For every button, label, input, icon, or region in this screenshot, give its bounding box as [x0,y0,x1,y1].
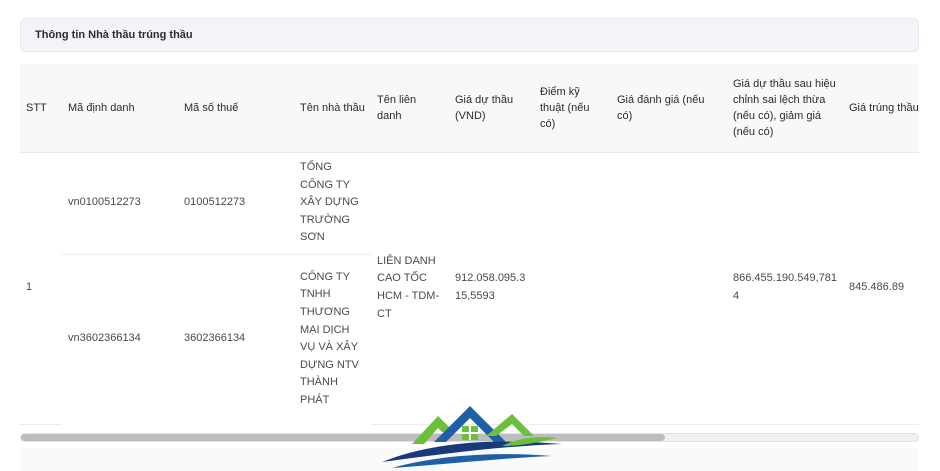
header-ten-lien-danh: Tên liên danh [371,64,449,153]
cell-ma-so-thue: 0100512273 [178,152,294,255]
header-gia-trung-thau: Giá trúng thầu (VND) [843,64,919,153]
cell-gia-danh-gia [611,152,727,425]
cell-ma-dinh-danh: vn0100512273 [62,152,178,255]
cell-ten-lien-danh: LIÊN DANH CAO TỐC HCM - TDM-CT [371,152,449,425]
house-roof-logo-icon [382,406,562,468]
cell-ten-nha-thau: TỔNG CÔNG TY XÂY DỰNG TRƯỜNG SƠN [294,152,371,255]
header-ten-nha-thau: Tên nhà thầu [294,64,371,153]
header-gia-du-thau: Giá dự thầu (VND) [449,64,534,153]
contractor-table: STT Mã định danh Mã số thuế Tên nhà thầu… [20,64,919,425]
contractor-table-container: STT Mã định danh Mã số thuế Tên nhà thầu… [20,64,919,426]
header-ma-dinh-danh: Mã định danh [62,64,178,153]
cell-gia-du-thau: 912.058.095.315,5593 [449,152,534,425]
header-gia-sau-hieu-chinh: Giá dự thầu sau hiệu chỉnh sai lệch thừa… [727,64,843,153]
cell-gia-sau-hieu-chinh: 866.455.190.549,7814 [727,152,843,425]
cell-gia-trung-thau: 845.486.89 [843,152,919,425]
header-stt: STT [20,64,62,153]
cell-diem-ky-thuat [534,152,611,425]
panel-title: Thông tin Nhà thầu trúng thầu [20,18,919,52]
cell-ten-nha-thau: CÔNG TY TNHH THƯƠNG MẠI DỊCH VỤ VÀ XÂY D… [300,270,359,407]
cell-ma-so-thue: 3602366134 [184,332,246,345]
table-header-row: STT Mã định danh Mã số thuế Tên nhà thầu… [20,64,919,153]
cell-stt: 1 [20,152,62,425]
header-diem-ky-thuat: Điểm kỹ thuật (nếu có) [534,64,611,153]
table-row: 1 vn0100512273 0100512273 TỔNG CÔNG TY X… [20,152,919,425]
cell-ma-dinh-danh: vn3602366134 [68,332,141,345]
header-ma-so-thue: Mã số thuế [178,64,294,153]
header-gia-danh-gia: Giá đánh giá (nếu có) [611,64,727,153]
